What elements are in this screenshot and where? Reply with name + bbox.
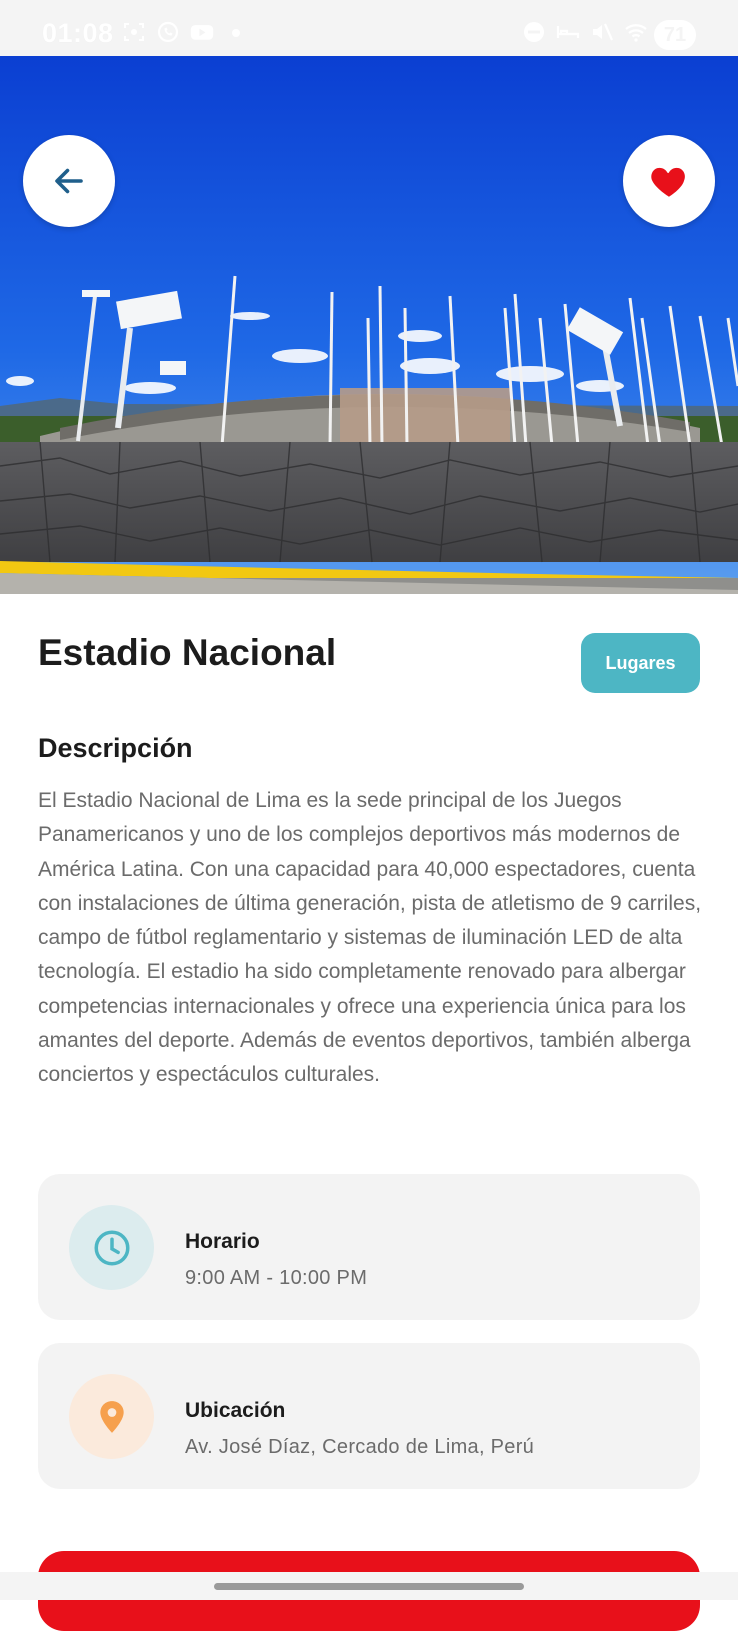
favorite-button[interactable] — [623, 135, 715, 227]
description-heading: Descripción — [38, 733, 193, 763]
hours-value: 9:00 AM - 10:00 PM — [185, 1267, 368, 1289]
back-button[interactable] — [23, 135, 115, 227]
stadium-photo — [0, 56, 738, 594]
arrow-left-icon — [55, 168, 83, 194]
hours-icon-circle — [69, 1205, 154, 1290]
hero-image — [0, 56, 738, 594]
dot-icon — [232, 29, 240, 37]
description-text: El Estadio Nacional de Lima es la sede p… — [38, 789, 702, 1087]
status-bar: 01:08 71 — [0, 0, 738, 56]
hours-card: Horario 9:00 AM - 10:00 PM — [38, 1174, 700, 1320]
screenshot-icon — [124, 23, 144, 41]
wifi-icon — [625, 24, 647, 42]
mute-icon — [593, 23, 614, 41]
youtube-icon — [190, 25, 214, 40]
heart-icon — [651, 167, 685, 197]
whatsapp-icon — [157, 21, 179, 43]
location-label: Ubicación — [185, 1399, 286, 1422]
location-value: Av. José Díaz, Cercado de Lima, Perú — [185, 1436, 535, 1458]
hours-label: Horario — [185, 1230, 260, 1253]
status-time: 01:08 — [42, 18, 114, 48]
battery-level: 71 — [663, 23, 687, 46]
sleep-icon — [556, 26, 580, 38]
battery-indicator: 71 — [654, 20, 696, 50]
place-title: Estadio Nacional — [38, 632, 337, 673]
location-icon-circle — [69, 1374, 154, 1459]
clock-icon — [94, 1230, 129, 1265]
location-pin-icon — [99, 1400, 124, 1433]
dnd-icon — [524, 22, 544, 42]
home-indicator[interactable] — [214, 1583, 524, 1590]
category-badge[interactable]: Lugares — [581, 633, 700, 693]
location-card[interactable]: Ubicación Av. José Díaz, Cercado de Lima… — [38, 1343, 700, 1489]
